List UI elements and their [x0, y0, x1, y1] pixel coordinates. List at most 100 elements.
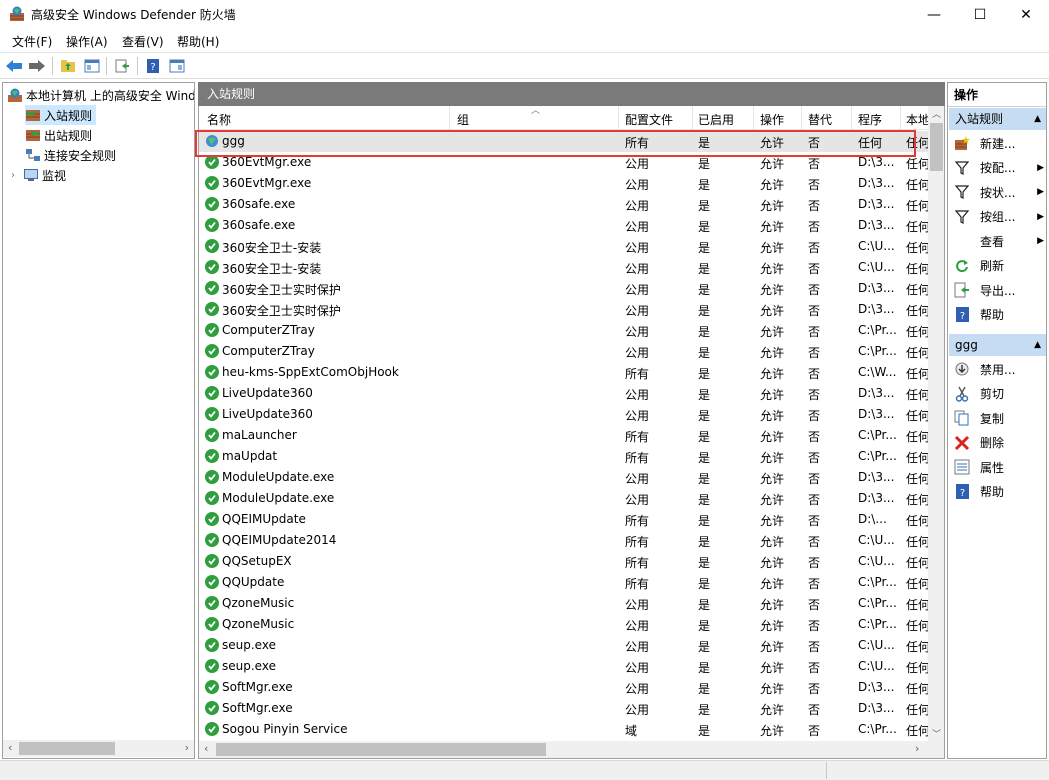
action-item[interactable]: 按组... ▶	[948, 206, 1046, 228]
table-row[interactable]: 360safe.exe 公用 是 允许 否 D:\3... 任何	[199, 194, 928, 215]
table-row[interactable]: ComputerZTray 公用 是 允许 否 C:\Pr... 任何	[199, 320, 928, 341]
table-row[interactable]: maUpdat 所有 是 允许 否 C:\Pr... 任何	[199, 446, 928, 467]
action-item[interactable]: 复制	[948, 407, 1046, 429]
vertical-scrollbar[interactable]: ︿ ﹀	[928, 106, 944, 741]
up-folder-button[interactable]	[58, 56, 78, 76]
table-row[interactable]: QQSetupEX 所有 是 允许 否 C:\U... 任何	[199, 551, 928, 572]
col-header-name[interactable]: 名称	[207, 111, 231, 128]
maximize-button[interactable]: ☐	[957, 0, 1003, 29]
menu-action[interactable]: 操作(A)	[66, 33, 108, 50]
scroll-right-icon[interactable]: ›	[185, 741, 189, 754]
cell-action: 允许	[760, 241, 785, 255]
scroll-thumb[interactable]	[19, 742, 115, 755]
table-row[interactable]: Sogou Pinyin Service 域 是 允许 否 C:\Pr... 任何	[199, 719, 928, 740]
collapse-up-icon[interactable]: ▲	[1034, 108, 1041, 130]
menu-view[interactable]: 查看(V)	[122, 33, 164, 50]
table-row[interactable]: QQUpdate 所有 是 允许 否 C:\Pr... 任何	[199, 572, 928, 593]
menu-help[interactable]: 帮助(H)	[177, 33, 219, 50]
collapse-up-icon[interactable]: ▲	[1034, 334, 1041, 356]
back-button[interactable]	[4, 56, 24, 76]
table-row[interactable]: heu-kms-SppExtComObjHook 所有 是 允许 否 C:\W... 任何	[199, 362, 928, 383]
col-header-group[interactable]: 组	[457, 111, 469, 128]
action-item[interactable]: ? 帮助	[948, 481, 1046, 503]
close-button[interactable]: ✕	[1003, 0, 1049, 29]
table-row[interactable]: ggg 所有 是 允许 否 任何 任何	[199, 131, 928, 152]
tree-item-inbound-rules[interactable]: 入站规则	[25, 105, 97, 125]
table-row[interactable]: 360安全卫士实时保护 公用 是 允许 否 D:\3... 任何	[199, 278, 928, 299]
table-row[interactable]: seup.exe 公用 是 允许 否 C:\U... 任何	[199, 656, 928, 677]
export-list-button[interactable]	[112, 56, 132, 76]
table-row[interactable]: SoftMgr.exe 公用 是 允许 否 D:\3... 任何	[199, 698, 928, 719]
action-item[interactable]: 禁用...	[948, 358, 1046, 380]
cell-enabled: 是	[698, 703, 711, 717]
show-hide-console-tree-button[interactable]	[82, 56, 102, 76]
col-header-local[interactable]: 本地	[906, 111, 930, 128]
table-row[interactable]: ComputerZTray 公用 是 允许 否 C:\Pr... 任何	[199, 341, 928, 362]
table-row[interactable]: 360EvtMgr.exe 公用 是 允许 否 D:\3... 任何	[199, 152, 928, 173]
col-header-action[interactable]: 操作	[760, 111, 784, 128]
tree-root[interactable]: 本地计算机 上的高级安全 Windows	[7, 85, 194, 105]
cell-program: D:\3...	[858, 176, 895, 190]
action-item[interactable]: ? 帮助	[948, 304, 1046, 326]
table-row[interactable]: LiveUpdate360 公用 是 允许 否 D:\3... 任何	[199, 383, 928, 404]
horizontal-scrollbar[interactable]: ‹ ›	[199, 741, 944, 758]
scroll-thumb[interactable]	[930, 123, 943, 171]
action-item[interactable]: 按状... ▶	[948, 181, 1046, 203]
cell-local: 任何	[906, 577, 928, 591]
table-row[interactable]: 360安全卫士-安装 公用 是 允许 否 C:\U... 任何	[199, 236, 928, 257]
table-row[interactable]: QQEIMUpdate2014 所有 是 允许 否 C:\U... 任何	[199, 530, 928, 551]
refresh-icon	[954, 258, 970, 274]
cell-action: 允许	[760, 472, 785, 486]
cell-action: 允许	[760, 304, 785, 318]
table-row[interactable]: 360安全卫士实时保护 公用 是 允许 否 D:\3... 任何	[199, 299, 928, 320]
action-item[interactable]: 查看 ▶	[948, 230, 1046, 252]
tree-item-connection-security-rules[interactable]: 连接安全规则	[25, 145, 116, 165]
table-row[interactable]: QQEIMUpdate 所有 是 允许 否 D:\... 任何	[199, 509, 928, 530]
table-row[interactable]: SoftMgr.exe 公用 是 允许 否 D:\3... 任何	[199, 677, 928, 698]
table-row[interactable]: 360safe.exe 公用 是 允许 否 D:\3... 任何	[199, 215, 928, 236]
forward-button[interactable]	[27, 56, 47, 76]
action-item[interactable]: 按配... ▶	[948, 157, 1046, 179]
tree-item-monitoring[interactable]: › 监视	[11, 165, 66, 185]
scroll-right-icon[interactable]: ›	[915, 742, 919, 755]
action-item[interactable]: 剪切	[948, 383, 1046, 405]
tree-horizontal-scrollbar[interactable]: ‹ ›	[3, 740, 194, 757]
col-header-override[interactable]: 替代	[808, 111, 832, 128]
scroll-down-icon[interactable]: ﹀	[932, 727, 941, 740]
sort-ascending-icon: ︿	[531, 106, 541, 116]
table-row[interactable]: maLauncher 所有 是 允许 否 C:\Pr... 任何	[199, 425, 928, 446]
cell-profile: 公用	[625, 682, 650, 696]
show-hide-action-pane-button[interactable]	[167, 56, 187, 76]
scroll-thumb[interactable]	[216, 743, 546, 756]
table-row[interactable]: QzoneMusic 公用 是 允许 否 C:\Pr... 任何	[199, 614, 928, 635]
help-toolbar-button[interactable]: ?	[143, 56, 163, 76]
chevron-right-icon[interactable]: ›	[11, 170, 23, 181]
scroll-left-icon[interactable]: ‹	[8, 741, 12, 754]
cell-profile: 所有	[625, 535, 650, 549]
tree-item-outbound-rules[interactable]: 出站规则	[25, 125, 92, 145]
table-row[interactable]: 360EvtMgr.exe 公用 是 允许 否 D:\3... 任何	[199, 173, 928, 194]
action-item[interactable]: 删除	[948, 432, 1046, 454]
col-header-program[interactable]: 程序	[858, 111, 882, 128]
cell-profile: 公用	[625, 241, 650, 255]
action-item[interactable]: 新建...	[948, 132, 1046, 154]
actions-section-selected-rule[interactable]: ggg ▲	[949, 334, 1046, 356]
action-item[interactable]: 导出...	[948, 279, 1046, 301]
scroll-up-icon[interactable]: ︿	[932, 107, 941, 120]
cell-enabled: 是	[698, 724, 711, 738]
table-row[interactable]: QzoneMusic 公用 是 允许 否 C:\Pr... 任何	[199, 593, 928, 614]
table-row[interactable]: ModuleUpdate.exe 公用 是 允许 否 D:\3... 任何	[199, 488, 928, 509]
menu-file[interactable]: 文件(F)	[12, 33, 52, 50]
action-item[interactable]: 属性	[948, 456, 1046, 478]
actions-section-inbound[interactable]: 入站规则 ▲	[949, 108, 1046, 130]
action-item[interactable]: 刷新	[948, 255, 1046, 277]
table-row[interactable]: ModuleUpdate.exe 公用 是 允许 否 D:\3... 任何	[199, 467, 928, 488]
minimize-button[interactable]: —	[911, 0, 957, 29]
cell-program: D:\3...	[858, 407, 895, 421]
table-row[interactable]: 360安全卫士-安装 公用 是 允许 否 C:\U... 任何	[199, 257, 928, 278]
scroll-left-icon[interactable]: ‹	[204, 742, 208, 755]
col-header-profile[interactable]: 配置文件	[625, 111, 673, 128]
table-row[interactable]: LiveUpdate360 公用 是 允许 否 D:\3... 任何	[199, 404, 928, 425]
col-header-enabled[interactable]: 已启用	[698, 111, 734, 128]
table-row[interactable]: seup.exe 公用 是 允许 否 C:\U... 任何	[199, 635, 928, 656]
